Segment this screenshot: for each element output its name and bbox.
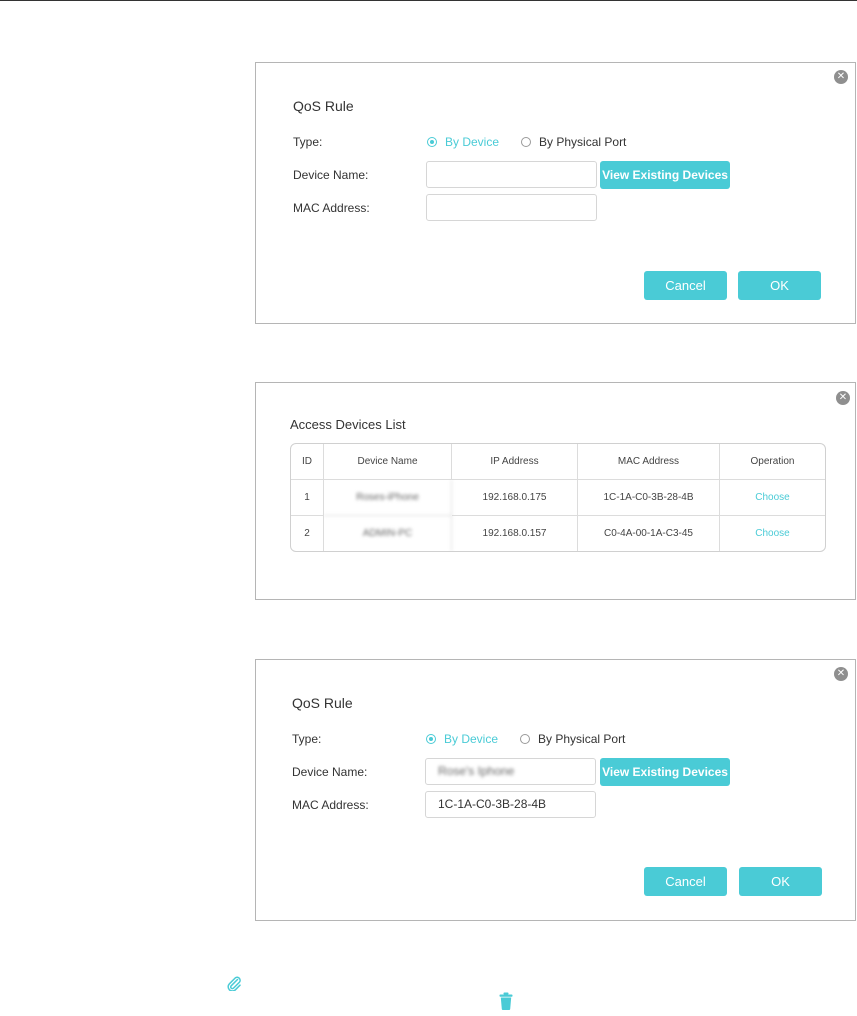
radio-by-device[interactable]: By Device xyxy=(426,732,498,746)
ok-button[interactable]: OK xyxy=(738,271,821,300)
dialog-title: Access Devices List xyxy=(290,417,406,432)
ok-button[interactable]: OK xyxy=(739,867,822,896)
type-label: Type: xyxy=(292,732,322,746)
close-icon[interactable]: ✕ xyxy=(834,70,848,84)
type-label: Type: xyxy=(293,135,323,149)
radio-label: By Device xyxy=(445,135,500,149)
dialog-title: QoS Rule xyxy=(293,98,354,114)
mac-address-input[interactable]: 1C-1A-C0-3B-28-4B xyxy=(425,791,596,818)
qos-rule-dialog-filled: ✕ QoS Rule Type: By Device By Physical P… xyxy=(255,659,856,921)
radio-label: By Physical Port xyxy=(538,732,626,746)
mac-address-label: MAC Address: xyxy=(293,201,370,215)
cell-mac-address: C0-4A-00-1A-C3-45 xyxy=(578,516,720,551)
device-name-value: Rose's Iphone xyxy=(438,764,515,778)
radio-checked-icon xyxy=(427,137,437,147)
type-radio-group: By Device By Physical Port xyxy=(426,732,647,746)
choose-link[interactable]: Choose xyxy=(755,528,789,539)
qos-rule-dialog: ✕ QoS Rule Type: By Device By Physical P… xyxy=(255,62,856,324)
cell-id: 2 xyxy=(291,516,324,551)
column-header: Operation xyxy=(720,444,825,480)
view-existing-devices-button[interactable]: View Existing Devices xyxy=(600,758,730,786)
cell-ip-address: 192.168.0.175 xyxy=(452,480,578,516)
radio-unchecked-icon xyxy=(520,734,531,744)
access-devices-dialog: ✕ Access Devices List ID Device Name IP … xyxy=(255,382,856,600)
type-radio-group: By Device By Physical Port xyxy=(427,135,648,149)
radio-by-physical-port[interactable]: By Physical Port xyxy=(521,135,626,149)
device-name-input[interactable]: Rose's Iphone xyxy=(425,758,596,785)
mac-address-input[interactable] xyxy=(426,194,597,221)
cell-id: 1 xyxy=(291,480,324,516)
dialog-title: QoS Rule xyxy=(292,695,353,711)
close-icon[interactable]: ✕ xyxy=(834,667,848,681)
cell-device-name: Roses-iPhone xyxy=(324,480,452,516)
radio-label: By Physical Port xyxy=(539,135,627,149)
column-header: ID xyxy=(291,444,324,480)
column-header: MAC Address xyxy=(578,444,720,480)
close-icon[interactable]: ✕ xyxy=(836,391,850,405)
top-divider xyxy=(0,0,857,1)
cell-mac-address: 1C-1A-C0-3B-28-4B xyxy=(578,480,720,516)
choose-link[interactable]: Choose xyxy=(755,492,789,503)
radio-unchecked-icon xyxy=(521,137,532,147)
trash-icon xyxy=(499,992,513,1010)
radio-by-physical-port[interactable]: By Physical Port xyxy=(520,732,625,746)
cell-device-name: ADMIN-PC xyxy=(324,516,452,551)
table-header-row: ID Device Name IP Address MAC Address Op… xyxy=(291,444,825,480)
radio-label: By Device xyxy=(444,732,499,746)
column-header: IP Address xyxy=(452,444,578,480)
cell-ip-address: 192.168.0.157 xyxy=(452,516,578,551)
device-name-input[interactable] xyxy=(426,161,597,188)
radio-by-device[interactable]: By Device xyxy=(427,135,499,149)
cancel-button[interactable]: Cancel xyxy=(644,271,727,300)
column-header: Device Name xyxy=(324,444,452,480)
devices-table: ID Device Name IP Address MAC Address Op… xyxy=(290,443,826,552)
paperclip-icon xyxy=(227,976,241,991)
device-name-label: Device Name: xyxy=(292,765,368,779)
table-row: 1 Roses-iPhone 192.168.0.175 1C-1A-C0-3B… xyxy=(291,480,825,516)
cancel-button[interactable]: Cancel xyxy=(644,867,727,896)
mac-address-label: MAC Address: xyxy=(292,798,369,812)
table-row: 2 ADMIN-PC 192.168.0.157 C0-4A-00-1A-C3-… xyxy=(291,516,825,551)
radio-checked-icon xyxy=(426,734,436,744)
device-name-label: Device Name: xyxy=(293,168,369,182)
view-existing-devices-button[interactable]: View Existing Devices xyxy=(600,161,730,189)
